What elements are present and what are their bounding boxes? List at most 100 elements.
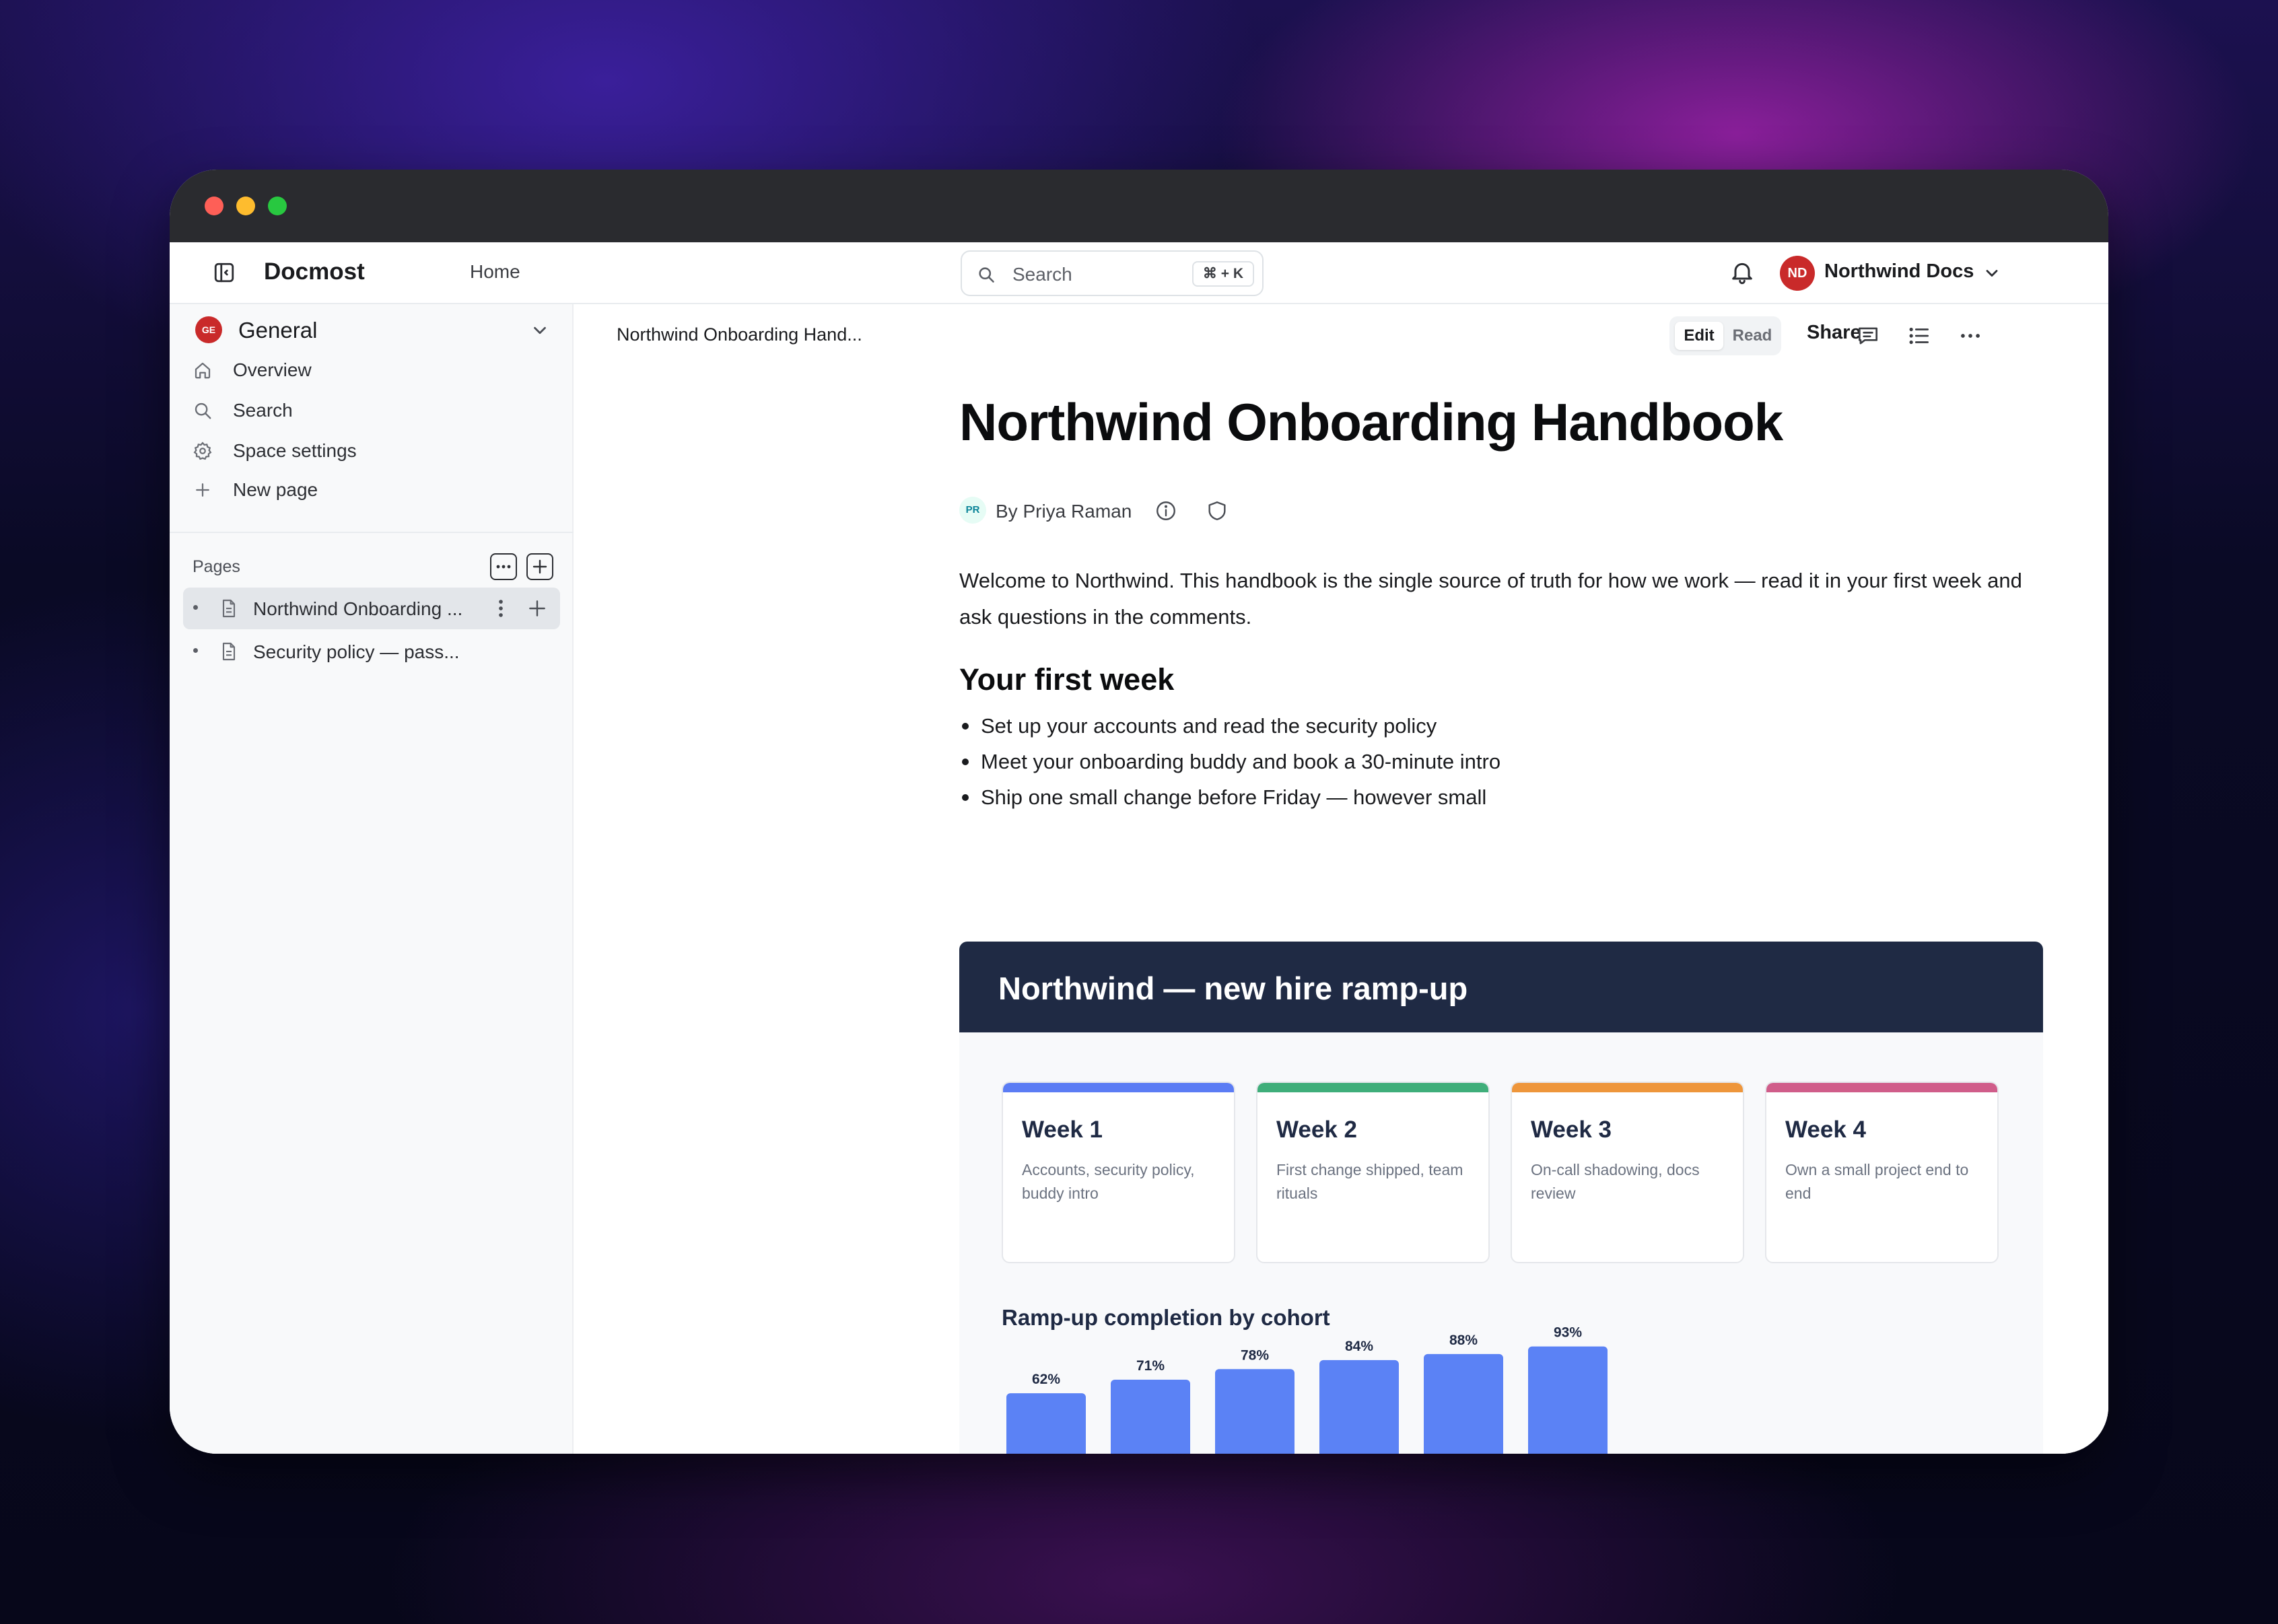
embed-title: Northwind — new hire ramp-up bbox=[998, 970, 1468, 1006]
nav-home-link[interactable]: Home bbox=[470, 261, 520, 283]
sidebar-divider bbox=[170, 532, 574, 533]
ramp-up-embed: Northwind — new hire ramp-up Week 1 Acco… bbox=[959, 942, 2043, 1454]
week-description: First change shipped, team rituals bbox=[1276, 1161, 1463, 1202]
sidebar-item-new-page[interactable]: New page bbox=[190, 472, 553, 506]
add-page-button[interactable] bbox=[526, 553, 553, 580]
zoom-window-button[interactable] bbox=[268, 197, 287, 215]
embed-header: Northwind — new hire ramp-up bbox=[959, 942, 2043, 1032]
share-button[interactable]: Share bbox=[1807, 322, 1861, 344]
gear-icon bbox=[193, 442, 212, 460]
week-title: Week 1 bbox=[1022, 1117, 1103, 1143]
sidebar-item-space-settings[interactable]: Space settings bbox=[190, 433, 553, 467]
week-title: Week 2 bbox=[1276, 1117, 1357, 1143]
bar-value-label: 78% bbox=[1241, 1347, 1269, 1363]
section-heading[interactable]: Your first week bbox=[959, 662, 1174, 697]
workspace-avatar[interactable]: ND bbox=[1780, 256, 1815, 291]
week-description: Own a small project end to end bbox=[1785, 1161, 1969, 1202]
sidebar-item-label: New page bbox=[233, 479, 318, 500]
read-mode-button[interactable]: Read bbox=[1727, 322, 1777, 350]
minimize-window-button[interactable] bbox=[236, 197, 255, 215]
sidebar: GE General Overview Search Space setting… bbox=[170, 304, 574, 1454]
plus-icon bbox=[532, 559, 547, 574]
search-icon bbox=[195, 402, 211, 419]
bar-value-label: 62% bbox=[1032, 1372, 1060, 1387]
document-icon bbox=[222, 599, 236, 618]
week-card: Week 1 Accounts, security policy, buddy … bbox=[1002, 1082, 1235, 1263]
bar-value-label: 88% bbox=[1449, 1333, 1478, 1348]
app-window: Docmost Home Search ⌘ + K ND Northwind D… bbox=[170, 170, 2108, 1454]
sidebar-item-label: Overview bbox=[233, 359, 312, 380]
space-avatar: GE bbox=[195, 316, 222, 343]
more-horizontal-icon[interactable] bbox=[1958, 323, 1983, 349]
week-card: Week 2 First change shipped, team ritual… bbox=[1256, 1082, 1490, 1263]
chevron-down-icon[interactable] bbox=[1982, 264, 2001, 283]
workspace-name[interactable]: Northwind Docs bbox=[1824, 260, 1974, 283]
bar-feb bbox=[1111, 1379, 1190, 1454]
week-title: Week 4 bbox=[1785, 1117, 1866, 1143]
week-description: Accounts, security policy, buddy intro bbox=[1022, 1161, 1195, 1202]
search-shortcut-badge: ⌘ + K bbox=[1192, 261, 1254, 287]
list-item[interactable]: Ship one small change before Friday — ho… bbox=[959, 779, 2043, 815]
week-description: On-call shadowing, docs review bbox=[1531, 1161, 1700, 1202]
week-title: Week 3 bbox=[1531, 1117, 1612, 1143]
window-titlebar bbox=[170, 170, 2108, 242]
list-item[interactable]: Set up your accounts and read the securi… bbox=[959, 708, 2043, 744]
close-window-button[interactable] bbox=[205, 197, 223, 215]
bar-value-label: 93% bbox=[1554, 1325, 1582, 1341]
table-of-contents-icon[interactable] bbox=[1906, 323, 1932, 349]
sidebar-item-overview[interactable]: Overview bbox=[190, 353, 553, 386]
bar-may bbox=[1424, 1353, 1503, 1454]
plus-icon[interactable] bbox=[526, 598, 548, 619]
author-avatar: PR bbox=[959, 497, 986, 524]
edit-mode-button[interactable]: Edit bbox=[1675, 322, 1723, 350]
pages-more-button[interactable] bbox=[490, 553, 517, 580]
chevron-down-icon[interactable] bbox=[530, 320, 550, 341]
bar-mar bbox=[1215, 1369, 1295, 1454]
space-name[interactable]: General bbox=[238, 318, 317, 343]
bar-apr bbox=[1319, 1360, 1399, 1454]
sidebar-item-label: Search bbox=[233, 400, 293, 421]
pages-section-label: Pages bbox=[193, 557, 240, 576]
bar-value-label: 71% bbox=[1136, 1358, 1165, 1374]
bar-value-label: 84% bbox=[1345, 1339, 1373, 1354]
bar-jan bbox=[1006, 1393, 1086, 1454]
page-tree-label: Northwind Onboarding ... bbox=[253, 598, 463, 619]
sidebar-item-label: Space settings bbox=[233, 440, 357, 461]
week-accent-bar bbox=[1003, 1083, 1234, 1092]
document-icon bbox=[222, 642, 236, 661]
more-vertical-icon[interactable] bbox=[494, 597, 508, 620]
page-tree-item-onboarding[interactable]: Northwind Onboarding ... bbox=[183, 588, 560, 629]
week-accent-bar bbox=[1257, 1083, 1488, 1092]
week-card: Week 3 On-call shadowing, docs review bbox=[1511, 1082, 1744, 1263]
app-root: Docmost Home Search ⌘ + K ND Northwind D… bbox=[170, 242, 2108, 1454]
bar-jun bbox=[1528, 1346, 1608, 1454]
week-accent-bar bbox=[1512, 1083, 1743, 1092]
page-title[interactable]: Northwind Onboarding Handbook bbox=[959, 392, 1783, 453]
home-icon bbox=[195, 362, 211, 379]
sidebar-toggle-icon[interactable] bbox=[213, 261, 236, 284]
tree-bullet bbox=[193, 648, 198, 653]
list-item[interactable]: Meet your onboarding buddy and book a 30… bbox=[959, 744, 2043, 779]
main-content: Northwind Onboarding Hand... Edit Read S… bbox=[574, 304, 2108, 1454]
search-button[interactable]: Search ⌘ + K bbox=[961, 250, 1264, 296]
shield-icon[interactable] bbox=[1206, 499, 1229, 522]
comments-icon[interactable] bbox=[1855, 323, 1881, 349]
info-icon[interactable] bbox=[1154, 499, 1177, 522]
search-icon bbox=[979, 267, 994, 283]
week-card: Week 4 Own a small project end to end bbox=[1765, 1082, 1999, 1263]
plus-icon bbox=[196, 483, 209, 497]
more-horizontal-icon bbox=[496, 565, 511, 569]
intro-paragraph[interactable]: Welcome to Northwind. This handbook is t… bbox=[959, 563, 2043, 635]
page-tree-label: Security policy — pass... bbox=[253, 641, 460, 662]
breadcrumb[interactable]: Northwind Onboarding Hand... bbox=[617, 324, 862, 345]
week-accent-bar bbox=[1766, 1083, 1997, 1092]
bell-icon[interactable] bbox=[1729, 258, 1756, 285]
ramp-up-bar-chart: 62%Jan71%Feb78%Mar84%Apr88%May93%Jun bbox=[1006, 1325, 1608, 1454]
top-header: Docmost Home Search ⌘ + K ND Northwind D… bbox=[170, 242, 2108, 304]
page-tree-item-security-policy[interactable]: Security policy — pass... bbox=[183, 631, 560, 672]
sidebar-item-search[interactable]: Search bbox=[190, 393, 553, 427]
author-name: By Priya Raman bbox=[996, 501, 1132, 522]
search-label: Search bbox=[1012, 264, 1072, 285]
brand-logo[interactable]: Docmost bbox=[264, 258, 365, 285]
tree-bullet bbox=[193, 605, 198, 610]
